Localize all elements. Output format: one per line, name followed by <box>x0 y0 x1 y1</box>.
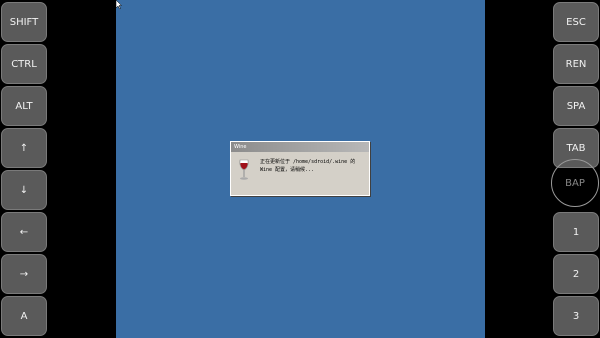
alt-key[interactable]: ALT <box>1 86 47 126</box>
ren-key[interactable]: REN <box>553 44 599 84</box>
wine-update-dialog: Wine 正在更新位于 /home/sdroid/.wine 的 Wine 配置… <box>230 141 370 196</box>
dialog-message: 正在更新位于 /home/sdroid/.wine 的 Wine 配置，请稍候.… <box>260 158 370 174</box>
wine-desktop[interactable]: Wine 正在更新位于 /home/sdroid/.wine 的 Wine 配置… <box>116 0 485 338</box>
left-keyboard-column: SHIFT CTRL ALT ↑ ↓ ← → A <box>0 0 48 338</box>
one-key[interactable]: 1 <box>553 212 599 252</box>
three-key[interactable]: 3 <box>553 296 599 336</box>
esc-key[interactable]: ESC <box>553 2 599 42</box>
wine-glass-icon <box>239 159 249 180</box>
arrow-up-key[interactable]: ↑ <box>1 128 47 168</box>
dialog-message-line-2: Wine 配置，请稍候... <box>260 167 315 173</box>
two-key[interactable]: 2 <box>553 254 599 294</box>
arrow-down-key[interactable]: ↓ <box>1 170 47 210</box>
right-keyboard-column: ESC REN SPA TAB BAP 1 2 3 <box>551 0 600 338</box>
dialog-title: Wine <box>231 142 369 152</box>
shift-key[interactable]: SHIFT <box>1 2 47 42</box>
dialog-message-line-1: 正在更新位于 /home/sdroid/.wine 的 <box>260 159 356 165</box>
spa-key[interactable]: SPA <box>553 86 599 126</box>
arrow-right-key[interactable]: → <box>1 254 47 294</box>
bap-key[interactable]: BAP <box>551 159 599 207</box>
arrow-left-key[interactable]: ← <box>1 212 47 252</box>
ctrl-key[interactable]: CTRL <box>1 44 47 84</box>
a-key[interactable]: A <box>1 296 47 336</box>
mouse-cursor-icon <box>116 0 122 9</box>
